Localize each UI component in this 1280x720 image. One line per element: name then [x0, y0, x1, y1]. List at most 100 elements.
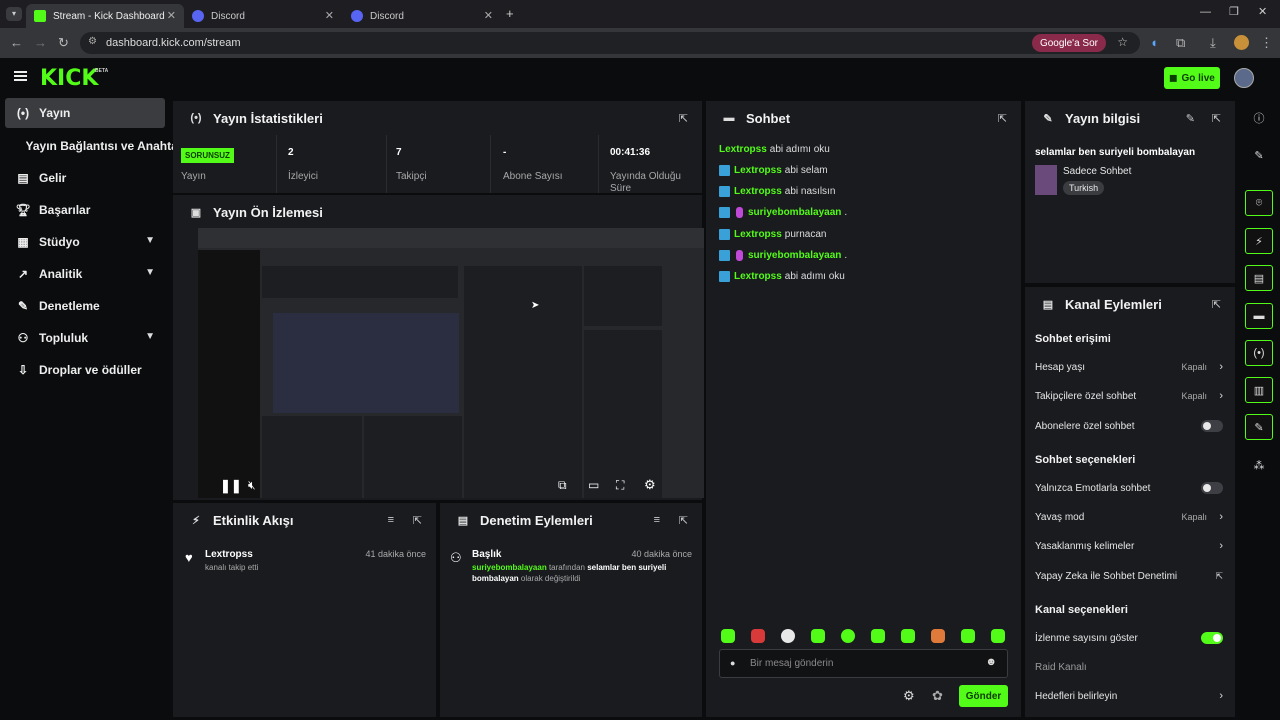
address-bar[interactable]: ⚙ dashboard.kick.com/stream Google'a Sor… [80, 32, 1140, 54]
emote-icon[interactable] [781, 629, 795, 643]
info-icon[interactable]: ⓘ [1245, 105, 1273, 131]
browser-tab-discord-1[interactable]: Discord ✕ [184, 4, 342, 28]
popout-icon[interactable]: ⇱ [1212, 112, 1221, 125]
chat-message[interactable]: Lextropss abi adımı oku [719, 269, 845, 283]
back-icon[interactable]: ← [10, 35, 23, 50]
sidebar-item-topluluk[interactable]: ⚇ Topluluk ▼ [5, 323, 165, 353]
chat-username[interactable]: suriyebombalayaan [748, 207, 841, 218]
download-icon[interactable]: ⤓ [1210, 35, 1216, 51]
sidebar-item-denetleme[interactable]: ✎ Denetleme [5, 291, 165, 321]
bookmark-star-icon[interactable]: ☆ [1117, 35, 1128, 49]
stream-preview-video[interactable]: ➤ ❚❚ 🔇︎ ⧉ ▭ ⛶ ⚙ [198, 228, 704, 498]
followers-only-row[interactable]: Takipçilere özel sohbet Kapalı › [1035, 389, 1225, 403]
chat-message[interactable]: Lextropss purnacan [719, 227, 827, 241]
emote-icon[interactable] [721, 629, 735, 643]
slow-mode-row[interactable]: Yavaş mod Kapalı › [1035, 510, 1225, 524]
popout-icon[interactable]: ⇱ [679, 514, 688, 527]
browser-tab-kick[interactable]: Stream - Kick Dashboard ✕ [26, 4, 184, 28]
theater-icon[interactable]: ▭ [588, 478, 599, 492]
emote-icon[interactable] [751, 629, 765, 643]
emote-icon[interactable] [961, 629, 975, 643]
sidebar-item-analitik[interactable]: ↗ Analitik ▼ [5, 259, 165, 289]
broadcast-toggle-icon[interactable]: (•) [1245, 340, 1273, 366]
browser-menu-icon[interactable]: ⋮ [1260, 35, 1273, 51]
site-info-icon[interactable]: ⚙ [88, 36, 97, 47]
reload-icon[interactable]: ↻ [58, 35, 69, 51]
chat-username[interactable]: suriyebombalayaan [748, 250, 841, 261]
emote-icon[interactable] [901, 629, 915, 643]
chat-settings-icon[interactable]: ⚙ [903, 688, 915, 704]
user-avatar[interactable] [1234, 68, 1254, 88]
chat-message[interactable]: Lextropss abi nasılsın [719, 184, 835, 198]
close-tab-icon[interactable]: ✕ [167, 9, 176, 22]
send-button[interactable]: Gönder [959, 685, 1008, 707]
wrench-toggle-icon[interactable]: ✎ [1245, 414, 1273, 440]
hamburger-menu-icon[interactable] [14, 71, 27, 81]
chat-username[interactable]: Lextropss [734, 165, 782, 176]
go-live-button[interactable]: ◼ Go live [1164, 67, 1220, 89]
emoji-icon[interactable]: ☻ [985, 656, 997, 668]
chat-username[interactable]: Lextropss [734, 186, 782, 197]
ai-moderation-row[interactable]: Yapay Zeka ile Sohbet Denetimi ⇱ [1035, 569, 1225, 583]
sidebar-item-gelir[interactable]: ▤ Gelir [5, 163, 165, 193]
emote-icon[interactable] [931, 629, 945, 643]
bot-icon[interactable]: ✿ [932, 688, 943, 704]
popout-icon[interactable]: ⇱ [1212, 298, 1221, 311]
emote-icon[interactable] [871, 629, 885, 643]
sidebar-item-stream-key[interactable]: Yayın Bağlantısı ve Anahtarı [5, 131, 175, 161]
settings-icon[interactable]: ⚙ [644, 477, 656, 493]
chat-toggle-icon[interactable]: ▬ [1245, 303, 1273, 329]
kick-logo[interactable]: KICK [40, 66, 98, 91]
chat-message[interactable]: Lextropss abi adımı oku [719, 142, 830, 156]
chat-message[interactable]: Lextropss abi selam [719, 163, 828, 177]
account-age-row[interactable]: Hesap yaşı Kapalı › [1035, 360, 1225, 374]
emote-icon[interactable] [841, 629, 855, 643]
banned-words-row[interactable]: Yasaklanmış kelimeler › [1035, 539, 1225, 553]
edit-pencil-icon[interactable]: ✎ [1245, 142, 1273, 168]
emote-icon[interactable] [811, 629, 825, 643]
subs-only-toggle[interactable] [1201, 420, 1223, 432]
chat-message[interactable]: suriyebombalayaan. [719, 248, 847, 262]
extensions-puzzle-icon[interactable]: ⧉ [1176, 35, 1185, 51]
stats-toggle-icon[interactable]: ⌾ [1245, 190, 1273, 216]
chat-username[interactable]: Lextropss [734, 271, 782, 282]
mute-icon[interactable]: 🔇︎ [248, 478, 256, 493]
emote-icon[interactable] [991, 629, 1005, 643]
maximize-icon[interactable]: ❐ [1229, 5, 1239, 18]
popout-icon[interactable]: ⇱ [998, 112, 1007, 125]
pause-icon[interactable]: ❚❚ [220, 478, 242, 494]
sidebar-item-basarilar[interactable]: 🏆︎ Başarılar [5, 195, 165, 225]
forward-icon[interactable]: → [34, 35, 47, 50]
edit-pencil-icon[interactable]: ✎ [1186, 112, 1195, 125]
profile-avatar[interactable] [1234, 35, 1249, 50]
chat-message[interactable]: suriyebombalayaan. [719, 205, 847, 219]
moderation-toggle-icon[interactable]: ▤ [1245, 265, 1273, 291]
sidebar-item-droplar[interactable]: ⇩ Droplar ve ödüller [5, 355, 165, 385]
close-tab-icon[interactable]: ✕ [325, 9, 334, 22]
actions-toggle-icon[interactable]: ▥ [1245, 377, 1273, 403]
fullscreen-icon[interactable]: ⛶ [616, 478, 624, 493]
category-name[interactable]: Sadece Sohbet [1063, 166, 1131, 177]
popout-icon[interactable]: ⇱ [679, 112, 688, 125]
new-tab-icon[interactable]: + [506, 6, 514, 21]
chat-username[interactable]: Lextropss [734, 229, 782, 240]
tab-list-chevron-icon[interactable]: ▾ [6, 7, 22, 21]
activity-toggle-icon[interactable]: ⚡︎ [1245, 228, 1273, 254]
chat-username[interactable]: Lextropss [719, 144, 767, 155]
window-close-icon[interactable]: ✕ [1258, 5, 1267, 18]
extension-icon[interactable]: ◖ [1150, 35, 1158, 50]
pip-icon[interactable]: ⧉ [558, 478, 567, 493]
emotes-only-toggle[interactable] [1201, 482, 1223, 494]
sidebar-item-studyo[interactable]: ▦ Stüdyo ▼ [5, 227, 165, 257]
filter-icon[interactable]: ≡ [388, 514, 394, 526]
sidebar-item-yayin[interactable]: (•) Yayın [5, 98, 165, 128]
close-tab-icon[interactable]: ✕ [484, 9, 493, 22]
filter-icon[interactable]: ≡ [654, 514, 660, 526]
more-shapes-icon[interactable]: ⁂ [1245, 452, 1273, 478]
google-ask-button[interactable]: Google'a Sor [1031, 34, 1106, 52]
minimize-icon[interactable]: — [1200, 6, 1211, 18]
show-viewers-toggle[interactable] [1201, 632, 1223, 644]
popout-icon[interactable]: ⇱ [413, 514, 422, 527]
goals-row[interactable]: Hedefleri belirleyin › [1035, 689, 1225, 703]
browser-tab-discord-2[interactable]: Discord ✕ [343, 4, 501, 28]
